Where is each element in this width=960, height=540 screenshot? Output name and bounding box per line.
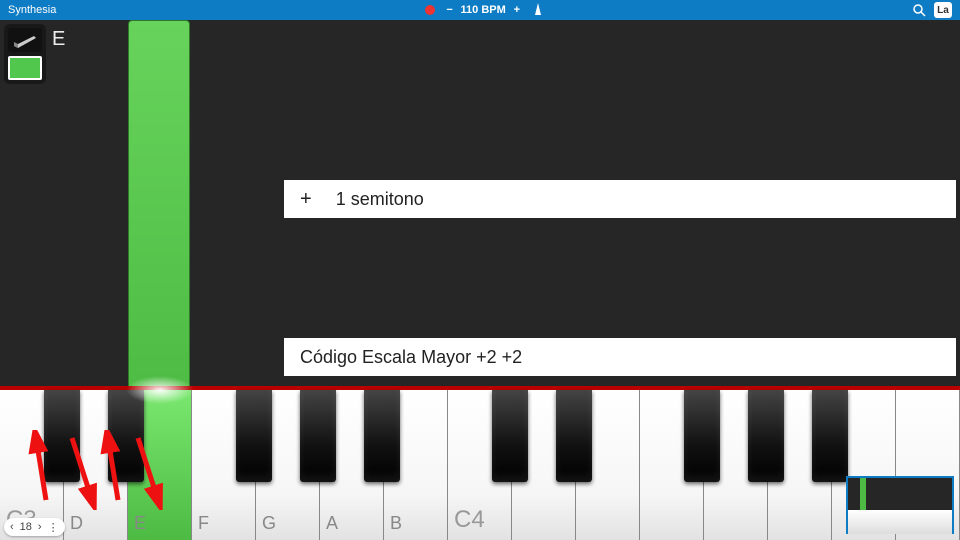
key-label: F: [198, 513, 209, 534]
arrow-up-icon: [28, 430, 58, 510]
titlebar-center: − 110 BPM +: [56, 3, 912, 17]
black-key[interactable]: [236, 390, 272, 482]
pager-prev-button[interactable]: ‹: [10, 521, 14, 533]
overlay-text-1-content: 1 semitono: [336, 189, 424, 210]
key-label: A: [326, 513, 338, 534]
black-key[interactable]: [492, 390, 528, 482]
key-label: G: [262, 513, 276, 534]
black-key[interactable]: [812, 390, 848, 482]
key-label: C4: [454, 506, 485, 534]
metronome-icon[interactable]: [532, 3, 544, 17]
piano-track-icon[interactable]: [8, 28, 42, 52]
track-panel[interactable]: [4, 24, 46, 84]
key-label: E: [134, 513, 146, 534]
search-icon[interactable]: [912, 3, 926, 17]
arrow-up-icon: [100, 430, 130, 510]
key-label: D: [70, 513, 83, 534]
black-key[interactable]: [364, 390, 400, 482]
bpm-minus-button[interactable]: −: [443, 4, 457, 16]
current-note-label: E: [52, 28, 65, 51]
record-icon[interactable]: [425, 5, 435, 15]
arrow-down-icon: [130, 430, 170, 510]
notation-toggle-button[interactable]: La: [934, 2, 952, 18]
bpm-control: − 110 BPM +: [443, 4, 524, 16]
pager-more-button[interactable]: ⋮: [48, 521, 59, 534]
overlay-text-1: + 1 semitono: [284, 180, 956, 218]
keyboard-minimap[interactable]: [846, 476, 954, 534]
arrow-down-icon: [64, 430, 104, 510]
minimap-keys: [848, 510, 952, 534]
pager-value: 18: [20, 521, 32, 533]
zoom-pager[interactable]: ‹ 18 › ⋮: [4, 518, 65, 536]
black-key[interactable]: [748, 390, 784, 482]
title-bar: Synthesia − 110 BPM + La: [0, 0, 960, 20]
overlay-text-2: Código Escala Mayor +2 +2: [284, 338, 956, 376]
bpm-plus-button[interactable]: +: [510, 4, 524, 16]
key-label: B: [390, 513, 402, 534]
black-key[interactable]: [300, 390, 336, 482]
bpm-value: 110 BPM: [461, 4, 506, 16]
piano-keyboard[interactable]: C3DEFGABC4 ‹ 18 › ⋮: [0, 390, 960, 540]
minimap-note: [860, 478, 866, 510]
minimap-stage: [848, 478, 952, 510]
falling-note: [128, 20, 190, 410]
note-stage: E + 1 semitono Código Escala Mayor +2 +2: [0, 20, 960, 390]
black-key[interactable]: [556, 390, 592, 482]
titlebar-right: La: [912, 2, 952, 18]
black-key[interactable]: [684, 390, 720, 482]
overlay-text-2-content: Código Escala Mayor +2 +2: [300, 347, 522, 368]
track-color-swatch[interactable]: [8, 56, 42, 80]
app-title: Synthesia: [8, 4, 56, 16]
pager-next-button[interactable]: ›: [38, 521, 42, 533]
overlay-plus: +: [300, 188, 312, 211]
